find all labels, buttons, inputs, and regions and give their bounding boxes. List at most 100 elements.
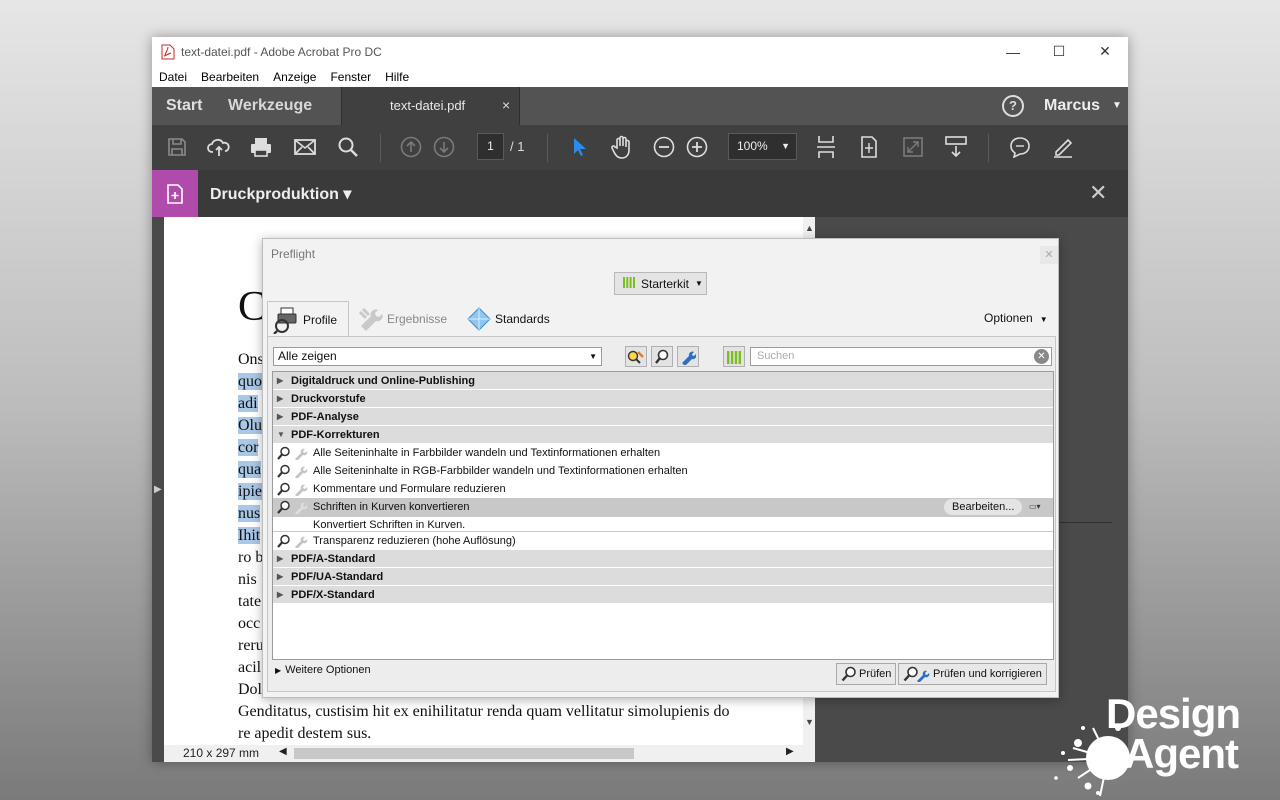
zoom-out-icon[interactable]	[651, 134, 677, 160]
menu-anzeige[interactable]: Anzeige	[266, 70, 323, 84]
list-item-selected[interactable]: Schriften in Kurven konvertieren Bearbei…	[273, 498, 1053, 516]
analyze-and-fix-button[interactable]: Prüfen und korrigieren	[898, 663, 1047, 685]
profile-group[interactable]: ▶ Druckvorstufe	[273, 390, 1053, 408]
tab-standards[interactable]: Standards	[467, 301, 550, 337]
profile-edit-button[interactable]	[625, 346, 647, 367]
tab-results-label: Ergebnisse	[387, 312, 448, 326]
expand-icon: ▶	[277, 394, 284, 403]
text-line-content: Genditatus, custisim hit ex enihilitatur…	[238, 703, 730, 720]
fullscreen-icon[interactable]	[900, 134, 926, 160]
hand-icon[interactable]	[609, 134, 635, 160]
chevron-down-icon: ▼	[1039, 315, 1048, 324]
pen-icon[interactable]	[1050, 134, 1076, 160]
page-down-icon[interactable]	[431, 134, 457, 160]
menu-hilfe[interactable]: Hilfe	[378, 70, 416, 84]
scroll-right-icon[interactable]: ▶	[786, 746, 794, 757]
library-select[interactable]: Starterkit ▼	[614, 272, 707, 295]
tool-title-label: Druckproduktion	[210, 186, 339, 203]
profile-group-open[interactable]: ▼ PDF-Korrekturen	[273, 426, 1053, 444]
list-item[interactable]: Alle Seiteninhalte in Farbbilder wandeln…	[273, 444, 1053, 462]
profile-group[interactable]: ▶ PDF/X-Standard	[273, 586, 1053, 604]
profile-group[interactable]: ▶ PDF/UA-Standard	[273, 568, 1053, 586]
text-line: re apedit destem sus.	[238, 723, 729, 745]
fit-page-icon[interactable]	[813, 134, 839, 160]
user-account[interactable]: Marcus	[1044, 97, 1100, 115]
chevron-down-icon[interactable]: ▼	[1112, 100, 1122, 111]
inspect-button[interactable]	[651, 346, 673, 367]
tool-title[interactable]: Druckproduktion ▾	[210, 184, 351, 204]
mail-icon[interactable]	[292, 134, 318, 160]
menu-bearbeiten[interactable]: Bearbeiten	[194, 70, 266, 84]
magnify-wrench-icon	[903, 666, 930, 682]
toolbar-divider	[988, 134, 989, 162]
group-label: Druckvorstufe	[291, 393, 366, 405]
zoom-select[interactable]: 100% ▼	[728, 133, 797, 160]
wrench-icon	[294, 500, 308, 520]
text-line-content: ipie	[238, 483, 262, 500]
expand-left-panel-icon[interactable]: ▶	[154, 484, 162, 495]
close-tool-icon[interactable]: ✕	[1089, 180, 1107, 206]
upload-cloud-icon[interactable]	[206, 134, 232, 160]
more-options-toggle[interactable]: ▶ Weitere Optionen	[275, 664, 371, 676]
menu-datei[interactable]: Datei	[152, 70, 194, 84]
select-cursor-icon[interactable]	[566, 134, 592, 160]
scroll-up-icon[interactable]: ▲	[805, 223, 814, 233]
print-icon[interactable]	[248, 134, 274, 160]
scroll-left-icon[interactable]: ◀	[279, 746, 287, 757]
close-window-button[interactable]: ✕	[1082, 37, 1128, 66]
page-number-input[interactable]: 1	[477, 133, 504, 160]
print-production-icon	[152, 170, 198, 217]
clear-search-icon[interactable]: ✕	[1034, 349, 1049, 364]
library-icon	[623, 276, 635, 291]
maximize-button[interactable]: ☐	[1036, 37, 1082, 66]
horizontal-scroll-thumb[interactable]	[294, 748, 634, 759]
menu-bar: Datei Bearbeiten Anzeige Fenster Hilfe	[152, 66, 1128, 87]
tab-standards-label: Standards	[495, 312, 550, 326]
zoom-in-icon[interactable]	[684, 134, 710, 160]
text-line-content: occ	[238, 615, 261, 632]
edit-profile-button[interactable]: Bearbeiten...	[944, 499, 1023, 515]
tool-header: Druckproduktion ▾ ✕	[152, 170, 1128, 217]
profile-group[interactable]: ▶ PDF-Analyse	[273, 408, 1053, 426]
tab-document[interactable]: text-datei.pdf ×	[341, 87, 520, 125]
options-menu[interactable]: Optionen ▼	[984, 311, 1048, 325]
profile-group[interactable]: ▶ Digitaldruck und Online-Publishing	[273, 372, 1053, 390]
text-line-content: quo	[238, 373, 262, 390]
filter-select[interactable]: Alle zeigen ▼	[273, 347, 602, 366]
tab-start[interactable]: Start	[166, 97, 202, 115]
comment-icon[interactable]	[1007, 134, 1033, 160]
read-mode-icon[interactable]	[943, 134, 969, 160]
search-icon[interactable]	[335, 134, 361, 160]
dialog-title: Preflight	[271, 247, 316, 261]
profile-menu-dropdown[interactable]: ▭▾	[1029, 499, 1051, 515]
toolbar-divider	[380, 134, 381, 162]
scroll-icon[interactable]	[856, 134, 882, 160]
dialog-close-button[interactable]: ✕	[1040, 246, 1058, 264]
profile-group[interactable]: ▶ PDF/A-Standard	[273, 550, 1053, 568]
scroll-down-icon[interactable]: ▼	[805, 717, 814, 727]
search-input[interactable]: Suchen ✕	[750, 347, 1052, 366]
profile-list: ▶ Digitaldruck und Online-Publishing ▶ Dru…	[272, 371, 1054, 660]
minimize-button[interactable]: —	[990, 37, 1036, 66]
list-item[interactable]: Transparenz reduzieren (hohe Auflösung)	[273, 532, 1053, 550]
help-icon[interactable]: ?	[1002, 95, 1024, 117]
list-item[interactable]: Kommentare und Formulare reduzieren	[273, 480, 1053, 498]
library-filter-button[interactable]	[723, 346, 745, 367]
save-icon[interactable]	[164, 134, 190, 160]
list-item[interactable]: Alle Seiteninhalte in RGB-Farbbilder wan…	[273, 462, 1053, 480]
close-tab-icon[interactable]: ×	[502, 97, 510, 113]
wrench-icon	[357, 306, 383, 332]
expand-icon: ▶	[277, 412, 284, 421]
title-bar: text-datei.pdf - Adobe Acrobat Pro DC — …	[152, 37, 1128, 66]
menu-fenster[interactable]: Fenster	[323, 70, 378, 84]
analyze-button[interactable]: Prüfen	[836, 663, 897, 685]
tab-tools[interactable]: Werkzeuge	[228, 97, 312, 115]
library-icon	[727, 350, 741, 364]
fixup-button[interactable]	[677, 346, 699, 367]
pdf-file-icon	[161, 44, 175, 60]
page-up-icon[interactable]	[398, 134, 424, 160]
item-description: Konvertiert Schriften in Kurven.	[273, 516, 1053, 532]
tab-profiles[interactable]: Profile	[267, 301, 349, 337]
tab-results[interactable]: Ergebnisse	[357, 301, 447, 337]
text-line-content: nis	[238, 571, 257, 588]
